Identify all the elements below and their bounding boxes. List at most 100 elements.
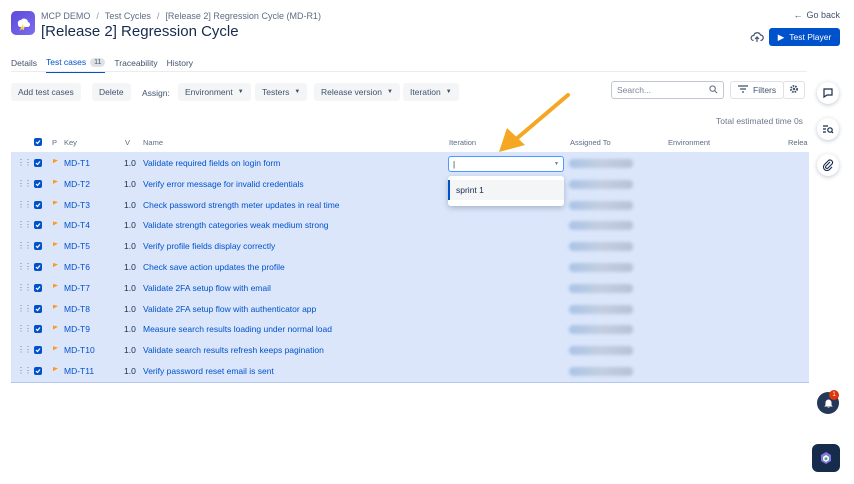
col-header-version[interactable]: V [125,138,130,147]
settings-button[interactable] [783,81,805,99]
test-case-name[interactable]: Check password strength meter updates in… [143,200,340,210]
iteration-input[interactable]: | ▼ [448,156,564,172]
drag-handle-icon[interactable]: ⋮⋮ [17,179,32,188]
test-case-key[interactable]: MD-T11 [64,366,94,376]
row-checkbox[interactable] [34,346,42,355]
test-case-key[interactable]: MD-T7 [64,283,90,293]
chevron-down-icon: ▼ [554,161,559,167]
test-case-version: 1.0 [124,262,136,272]
drag-handle-icon[interactable]: ⋮⋮ [17,324,32,333]
col-header-environment[interactable]: Environment [668,138,710,147]
chat-icon[interactable] [817,82,839,104]
test-case-key[interactable]: MD-T9 [64,324,90,334]
table-row[interactable]: ⋮⋮ MD-T5 1.0 Verify profile fields display … [11,236,809,257]
row-checkbox[interactable] [34,283,42,292]
table-row[interactable]: ⋮⋮ MD-T2 1.0 Verify error message for inval… [11,174,809,195]
breadcrumb-section[interactable]: Test Cycles [105,11,151,21]
filters-button[interactable]: Filters [730,81,785,99]
assignee-avatar[interactable] [569,367,633,376]
col-header-release[interactable]: Relea [788,138,808,147]
assignee-avatar[interactable] [569,200,633,210]
row-checkbox[interactable] [34,242,42,251]
iteration-option-sprint-1[interactable]: sprint 1 [448,180,564,200]
test-case-key[interactable]: MD-T10 [64,345,95,355]
row-checkbox[interactable] [34,179,42,188]
assignee-avatar[interactable] [569,263,633,272]
col-header-name[interactable]: Name [143,138,163,147]
drag-handle-icon[interactable]: ⋮⋮ [17,262,32,271]
select-all-checkbox[interactable] [34,138,42,146]
table-row[interactable]: ⋮⋮ MD-T3 1.0 Check password strength meter … [11,195,809,216]
table-row[interactable]: ⋮⋮ MD-T6 1.0 Check save action updates the … [11,257,809,278]
test-case-name[interactable]: Measure search results loading under nor… [143,324,332,334]
row-checkbox[interactable] [34,263,42,271]
drag-handle-icon[interactable]: ⋮⋮ [17,158,32,167]
test-case-name[interactable]: Verify profile fields display correctly [143,241,275,251]
table-row[interactable]: ⋮⋮ MD-T1 1.0 Validate required fields on lo… [11,153,809,174]
drag-handle-icon[interactable]: ⋮⋮ [17,220,32,229]
test-case-key[interactable]: MD-T3 [64,200,90,210]
row-checkbox[interactable] [34,200,42,209]
drag-handle-icon[interactable]: ⋮⋮ [17,283,32,292]
chevron-down-icon: ▼ [386,89,393,95]
col-header-assigned-to[interactable]: Assigned To [570,138,611,147]
drag-handle-icon[interactable]: ⋮⋮ [17,366,32,375]
table-row[interactable]: ⋮⋮ MD-T8 1.0 Validate 2FA setup flow with a… [11,299,809,320]
attachment-icon[interactable] [817,154,839,176]
test-case-name[interactable]: Validate search results refresh keeps pa… [143,345,324,355]
breadcrumb-project[interactable]: MCP DEMO [41,11,90,21]
cloud-upload-icon[interactable] [750,30,764,44]
row-checkbox[interactable] [34,367,42,375]
table-row[interactable]: ⋮⋮ MD-T7 1.0 Validate 2FA setup flow with e… [11,278,809,299]
go-back-button[interactable]: ← Go back [793,10,840,20]
test-case-name[interactable]: Verify error message for invalid credent… [143,179,304,189]
drag-handle-icon[interactable]: ⋮⋮ [17,241,32,250]
row-checkbox[interactable] [34,304,42,313]
delete-button[interactable]: Delete [92,83,131,101]
row-checkbox[interactable] [34,159,42,167]
assignee-avatar[interactable] [569,325,633,335]
assignee-avatar[interactable] [569,283,633,293]
drag-handle-icon[interactable]: ⋮⋮ [17,200,32,209]
test-case-key[interactable]: MD-T2 [64,179,90,189]
test-case-key[interactable]: MD-T4 [64,220,90,230]
search-list-icon[interactable] [817,118,839,140]
app-launcher-icon[interactable] [812,444,840,472]
test-case-key[interactable]: MD-T1 [64,158,90,168]
assignee-avatar[interactable] [569,346,633,356]
search-input[interactable]: Search... [611,81,724,99]
test-case-name[interactable]: Validate strength categories weak medium… [143,220,329,230]
add-test-cases-button[interactable]: Add test cases [11,83,81,101]
breadcrumb-current[interactable]: [Release 2] Regression Cycle (MD-R1) [165,11,321,21]
row-checkbox[interactable] [34,325,42,334]
assignee-avatar[interactable] [569,221,633,231]
test-case-key[interactable]: MD-T8 [64,304,90,314]
test-case-name[interactable]: Check save action updates the profile [143,262,285,272]
assignee-avatar[interactable] [569,179,633,189]
test-case-key[interactable]: MD-T6 [64,262,90,272]
col-header-p[interactable]: P [52,138,57,147]
test-case-name[interactable]: Validate 2FA setup flow with authenticat… [143,304,316,314]
test-case-name[interactable]: Validate 2FA setup flow with email [143,283,271,293]
test-case-key[interactable]: MD-T5 [64,241,90,251]
row-checkbox[interactable] [34,221,42,230]
test-case-name[interactable]: Verify password reset email is sent [143,366,274,376]
test-player-button[interactable]: ▶ Test Player [769,28,840,46]
drag-handle-icon[interactable]: ⋮⋮ [17,304,32,313]
environment-dropdown[interactable]: Environment ▼ [178,83,251,101]
test-case-name[interactable]: Validate required fields on login form [143,158,280,168]
table-row[interactable]: ⋮⋮ MD-T4 1.0 Validate strength categories w… [11,215,809,236]
assignee-avatar[interactable] [569,242,633,252]
iteration-dropdown[interactable]: Iteration ▼ [403,83,459,101]
assignee-avatar[interactable] [569,159,633,168]
drag-handle-icon[interactable]: ⋮⋮ [17,345,32,354]
col-header-key[interactable]: Key [64,138,77,147]
table-row[interactable]: ⋮⋮ MD-T10 1.0 Validate search results refre… [11,340,809,361]
testers-dropdown[interactable]: Testers ▼ [255,83,308,101]
assignee-avatar[interactable] [569,304,633,314]
test-case-version: 1.0 [124,282,136,293]
table-row[interactable]: ⋮⋮ MD-T9 1.0 Measure search results loading… [11,319,809,340]
col-header-iteration[interactable]: Iteration [449,138,476,147]
table-row[interactable]: ⋮⋮ MD-T11 1.0 Verify password reset email i… [11,361,809,382]
release-version-dropdown[interactable]: Release version ▼ [314,83,400,101]
